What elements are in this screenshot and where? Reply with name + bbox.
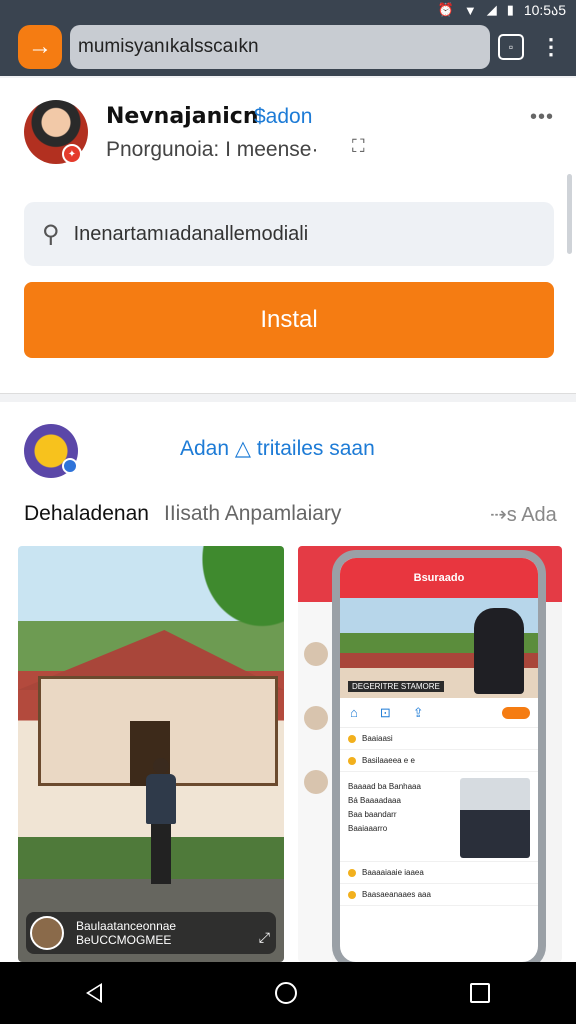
brand-title[interactable]: Adan △ tritailes saan: [180, 436, 375, 461]
search-input[interactable]: ⚲ Inenartamıadanallemodiali: [24, 202, 554, 266]
overflow-menu-button[interactable]: ⋮: [540, 30, 562, 64]
status-time: 10:5ა5: [523, 1, 566, 18]
verified-badge-icon: ✦: [62, 144, 82, 164]
install-button[interactable]: Instal: [24, 282, 554, 358]
overlay-line-1: Baulaatanceonnae: [76, 919, 177, 933]
overlay-avatar: [30, 916, 64, 950]
grid-icon: ⊡: [379, 704, 391, 720]
signal-icon: ◢: [486, 2, 497, 17]
section-subtitle: IIisath Anpamlaiary: [164, 502, 342, 525]
brand-title-main: Adan: [180, 437, 230, 460]
feed-row: Basilaaeea e e: [340, 750, 538, 772]
phone-nav: ⌂ ⊡ ⇪: [340, 698, 538, 728]
battery-icon: ▮: [506, 2, 514, 17]
feed-row: Baaiaasi: [340, 728, 538, 750]
feed-row: Baasaeanaaes aaa: [340, 884, 538, 906]
share-icon: ⇪: [412, 704, 424, 720]
action-pill: [502, 706, 530, 719]
person-icon[interactable]: ⛶: [352, 136, 374, 158]
warning-icon: △: [234, 437, 252, 460]
hero-caption: DEGERITRE STAMORE: [348, 681, 444, 692]
url-text: mumisyanıkalsscaıkn: [78, 36, 259, 57]
wifi-icon: ▼: [463, 2, 477, 18]
app-logo-button[interactable]: →: [18, 25, 62, 69]
screenshot-house[interactable]: Baulaatanceonnae BeUCCMOGMEE ⤢: [18, 546, 284, 962]
home-circle-icon[interactable]: [274, 982, 297, 1004]
back-icon[interactable]: [86, 983, 103, 1003]
status-bar: ⏰ ▼ ◢ ▮ 10:5ა5: [0, 0, 576, 20]
tabs-icon: ▫: [508, 40, 514, 54]
browser-toolbar: → mumisyanıkalsscaıkn ▫ ⋮: [0, 20, 576, 76]
man-figure: [474, 608, 524, 694]
arrow-right-icon: →: [28, 33, 52, 60]
brand-card: Adan △ tritailes saan Dehaladenan IIisat…: [0, 402, 576, 962]
overlay-line-2: BeUCCMOGMEE: [76, 933, 172, 947]
recents-icon[interactable]: [469, 983, 490, 1003]
feed-block: Baaaad ba Banhaaa Bá Baaaadaaa Baa baand…: [340, 772, 538, 862]
brand-badge-icon: [62, 458, 78, 474]
more-options-button[interactable]: •••: [530, 106, 554, 129]
search-icon: ⚲: [42, 220, 60, 248]
app-name: Nevnajanicn: [106, 104, 259, 129]
feed-row: Baaaaiaaie iaaea: [340, 862, 538, 884]
search-placeholder: Inenartamıadanallemodiali: [73, 222, 309, 245]
app-card: ✦ Nevnajanicn $adon ••• Pnorgunoia: I me…: [0, 78, 576, 394]
system-nav-bar: [0, 962, 576, 1024]
home-icon: ⌂: [350, 705, 358, 720]
feed-image: [460, 778, 530, 858]
alarm-icon: ⏰: [437, 2, 454, 17]
person-figure: [146, 758, 176, 888]
kebab-icon: ⋮: [540, 34, 562, 59]
section-more-link[interactable]: ⇢s Ada: [490, 502, 557, 527]
expand-icon[interactable]: ⤢: [259, 929, 270, 946]
url-bar[interactable]: mumisyanıkalsscaıkn: [70, 25, 490, 69]
app-tag-link[interactable]: $adon: [254, 105, 312, 129]
app-subtitle: Pnorgunoia: I meense·: [106, 138, 319, 161]
tabs-button[interactable]: ▫: [498, 34, 524, 60]
section-title: Dehaladenan: [24, 502, 149, 525]
side-strip: [298, 602, 332, 962]
brand-title-rest: tritailes saan: [256, 437, 375, 460]
screenshot-phone[interactable]: Bsuraado DEGERITRE STAMORE ⌂ ⊡ ⇪ Baaiaas…: [298, 546, 562, 962]
scrollbar[interactable]: [567, 174, 572, 254]
phone-header: Bsuraado: [340, 558, 538, 598]
phone-mockup: Bsuraado DEGERITRE STAMORE ⌂ ⊡ ⇪ Baaiaas…: [332, 550, 546, 962]
phone-hero-image: DEGERITRE STAMORE: [340, 598, 538, 698]
